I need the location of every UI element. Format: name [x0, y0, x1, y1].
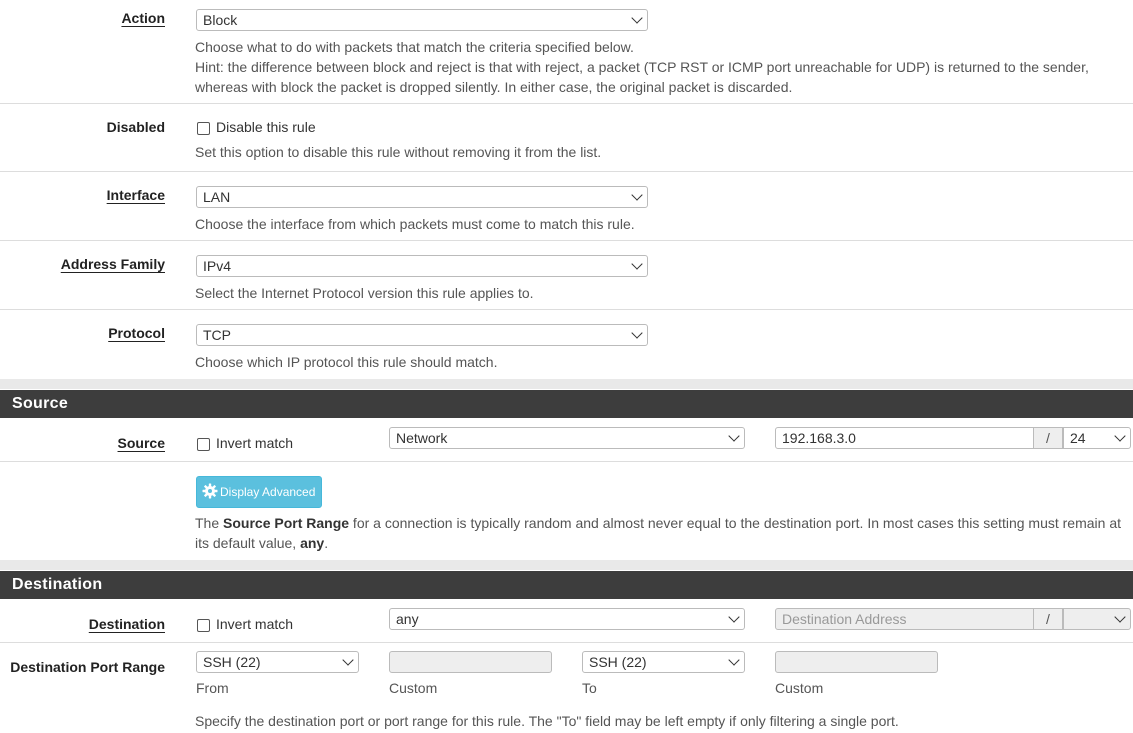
chevron-down-icon: [728, 611, 740, 623]
source-advanced-row: Display Advanced The Source Port Range f…: [0, 462, 1133, 559]
from-custom-sublabel: Custom: [389, 680, 438, 696]
chevron-down-icon: [342, 654, 354, 666]
disable-rule-checkbox-label[interactable]: Disable this rule: [216, 119, 316, 135]
source-mask-value: 24: [1070, 430, 1086, 446]
source-invert-checkbox[interactable]: [197, 438, 210, 451]
section-divider: [0, 379, 1133, 389]
source-address-input[interactable]: 192.168.3.0: [775, 427, 1034, 449]
source-mask-select[interactable]: 24: [1063, 427, 1131, 449]
dest-port-range-help: Specify the destination port or port ran…: [195, 713, 899, 729]
source-type-value: Network: [396, 430, 448, 446]
destination-address-input[interactable]: Destination Address: [775, 608, 1034, 630]
chevron-down-icon: [631, 189, 643, 201]
disabled-help: Set this option to disable this rule wit…: [195, 144, 602, 160]
section-divider: [0, 560, 1133, 570]
action-select-value: Block: [203, 12, 238, 28]
source-port-help-post: .: [324, 535, 329, 551]
interface-label: Interface: [106, 187, 165, 203]
action-help-line1: Choose what to do with packets that matc…: [195, 39, 634, 55]
destination-type-value: any: [396, 611, 419, 627]
address-family-label: Address Family: [60, 256, 165, 272]
source-port-any-term: any: [300, 535, 325, 551]
protocol-row: Protocol TCP Choose which IP protocol th…: [0, 310, 1133, 378]
from-sublabel: From: [196, 680, 229, 696]
dest-port-to-select[interactable]: SSH (22): [582, 651, 745, 673]
dest-port-to-custom-input[interactable]: [775, 651, 938, 673]
destination-type-select[interactable]: any: [389, 608, 745, 630]
destination-invert-checkbox[interactable]: [197, 619, 210, 632]
chevron-down-icon: [728, 654, 740, 666]
dest-port-from-value: SSH (22): [203, 654, 261, 670]
protocol-label: Protocol: [108, 325, 165, 341]
dest-port-from-select[interactable]: SSH (22): [196, 651, 359, 673]
destination-invert-label[interactable]: Invert match: [216, 616, 293, 632]
dest-port-to-value: SSH (22): [589, 654, 647, 670]
disable-rule-checkbox[interactable]: [197, 122, 210, 135]
source-label: Source: [117, 435, 165, 451]
source-mask-slash: /: [1033, 427, 1063, 449]
chevron-down-icon: [631, 258, 643, 270]
address-family-help: Select the Internet Protocol version thi…: [195, 285, 534, 301]
action-help: Choose what to do with packets that matc…: [195, 37, 1121, 97]
chevron-down-icon: [631, 12, 643, 24]
chevron-down-icon: [1114, 611, 1126, 623]
interface-row: Interface LAN Choose the interface from …: [0, 172, 1133, 241]
address-family-select[interactable]: IPv4: [196, 255, 648, 277]
to-custom-sublabel: Custom: [775, 680, 824, 696]
interface-select-value: LAN: [203, 189, 231, 205]
destination-mask-select[interactable]: [1063, 608, 1131, 630]
chevron-down-icon: [631, 327, 643, 339]
source-invert-label[interactable]: Invert match: [216, 435, 293, 451]
address-family-row: Address Family IPv4 Select the Internet …: [0, 241, 1133, 310]
destination-section-header: Destination: [0, 571, 1133, 599]
dest-port-range-row: Destination Port Range SSH (22) SSH (22)…: [0, 643, 1133, 733]
action-row: Action Block Choose what to do with pack…: [0, 0, 1133, 104]
source-port-range-term: Source Port Range: [223, 515, 350, 531]
interface-select[interactable]: LAN: [196, 186, 648, 208]
to-sublabel: To: [582, 680, 597, 696]
display-advanced-label: Display Advanced: [220, 485, 316, 499]
action-label: Action: [121, 10, 165, 26]
source-port-help-pre: The: [195, 515, 224, 531]
disabled-label: Disabled: [106, 119, 165, 135]
destination-row: Destination Invert match any Destination…: [0, 599, 1133, 643]
chevron-down-icon: [1114, 430, 1126, 442]
source-section-header: Source: [0, 390, 1133, 418]
source-row: Source Invert match Network 192.168.3.0 …: [0, 418, 1133, 462]
disabled-row: Disabled Disable this rule Set this opti…: [0, 104, 1133, 172]
action-hint: Hint: the difference between block and r…: [195, 59, 1089, 95]
protocol-select[interactable]: TCP: [196, 324, 648, 346]
source-type-select[interactable]: Network: [389, 427, 745, 449]
protocol-help: Choose which IP protocol this rule shoul…: [195, 354, 498, 370]
destination-mask-slash: /: [1033, 608, 1063, 630]
protocol-select-value: TCP: [203, 327, 231, 343]
display-advanced-button[interactable]: Display Advanced: [196, 476, 323, 508]
dest-port-from-custom-input[interactable]: [389, 651, 552, 673]
source-port-help: The Source Port Range for a connection i…: [195, 513, 1121, 553]
dest-port-range-label: Destination Port Range: [10, 659, 165, 675]
interface-help: Choose the interface from which packets …: [195, 216, 635, 232]
gear-icon: [202, 483, 218, 499]
chevron-down-icon: [728, 430, 740, 442]
action-select[interactable]: Block: [196, 9, 648, 31]
address-family-select-value: IPv4: [203, 258, 232, 274]
destination-label: Destination: [88, 616, 165, 632]
